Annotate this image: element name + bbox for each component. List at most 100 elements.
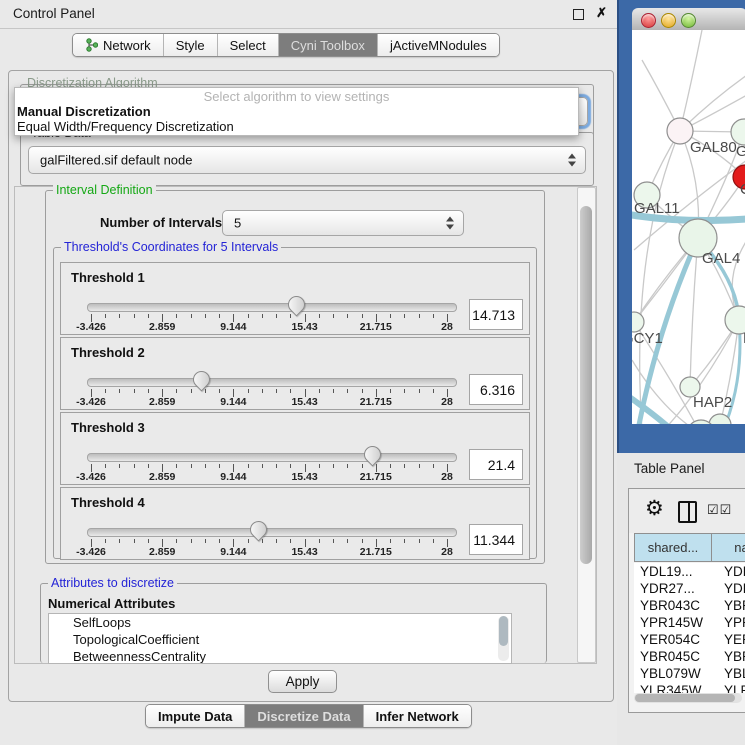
threshold-panel-2: Threshold 2-3.4262.8599.14415.4321.71528… [60, 337, 530, 410]
network-edge[interactable] [680, 30, 702, 131]
table-cell: YDR2 [718, 580, 745, 597]
scale-label: 15.43 [291, 321, 317, 333]
bottom-tab-bar: Impute Data Discretize Data Infer Network [145, 704, 472, 728]
scale-label: 28 [441, 321, 453, 333]
threshold-value-field[interactable]: 21.4 [469, 449, 523, 480]
slider-thumb[interactable] [361, 442, 385, 466]
right-mid-node[interactable] [725, 306, 745, 334]
slider-track[interactable] [87, 453, 457, 462]
table-cell: YLR345W [634, 682, 718, 693]
node-label: GAL80 [690, 139, 737, 156]
num-intervals-combobox[interactable]: 5 [222, 210, 464, 236]
table-row[interactable]: YPR145WYPR1 [634, 614, 745, 631]
tab-impute-data[interactable]: Impute Data [146, 705, 245, 727]
horizontal-scrollbar[interactable] [634, 693, 742, 703]
control-panel-titlebar: Control Panel ✗ [0, 0, 617, 29]
table-row[interactable]: YDR27...YDR2 [634, 580, 745, 597]
tab-discretize-data[interactable]: Discretize Data [245, 705, 363, 727]
select-columns-checkboxes-icon[interactable]: ☑☑ [707, 502, 732, 518]
table-cell: YDL19... [634, 563, 718, 580]
network-window-titlebar[interactable] [632, 8, 745, 31]
table-cell: YBR0 [718, 597, 745, 614]
table-toolbar: ⚙ ☑☑ [629, 489, 745, 533]
vertical-scrollbar[interactable] [577, 187, 596, 663]
threshold-value-field[interactable]: 11.344 [469, 524, 523, 555]
slider-scale-labels: -3.4262.8599.14415.4321.71528 [91, 321, 447, 333]
scrollbar-thumb[interactable] [580, 206, 592, 564]
tab-jactivemnodules[interactable]: jActiveMNodules [378, 34, 499, 56]
threshold-panel-4: Threshold 4-3.4262.8599.14415.4321.71528… [60, 487, 530, 560]
slider-track[interactable] [87, 303, 457, 312]
table-data-combobox[interactable]: galFiltered.sif default node [28, 146, 586, 174]
close-icon[interactable]: ✗ [596, 5, 607, 21]
close-traffic-light-icon[interactable] [641, 13, 656, 28]
tab-label: Network [103, 38, 151, 53]
scale-label: -3.426 [76, 396, 106, 408]
minimize-traffic-light-icon[interactable] [661, 13, 676, 28]
threshold-panel-1: Threshold 1-3.4262.8599.14415.4321.71528… [60, 262, 530, 335]
tab-select[interactable]: Select [218, 34, 279, 56]
dropdown-option[interactable]: Manual Discretization [15, 104, 578, 119]
scale-label: 28 [441, 471, 453, 483]
scale-label: 21.715 [360, 396, 392, 408]
panel-title: Control Panel [13, 6, 95, 21]
scale-label: 2.859 [149, 471, 175, 483]
table-row[interactable]: YDL19...YDL1 [634, 563, 745, 580]
table-row[interactable]: YBR043CYBR0 [634, 597, 745, 614]
gcy1-node[interactable] [632, 312, 644, 332]
scale-label: 9.144 [220, 321, 246, 333]
node-label: GAL11 [634, 200, 680, 217]
tab-label: Discretize Data [257, 709, 350, 724]
network-canvas[interactable]: GAL80GACGAL11GAL4GCY1HHAP2 [632, 30, 745, 424]
tab-cyni-toolbox[interactable]: Cyni Toolbox [279, 34, 378, 56]
scale-label: 15.43 [291, 396, 317, 408]
algorithm-dropdown-popup: Select algorithm to view settings Manual… [14, 87, 579, 136]
attribute-list-item[interactable]: TopologicalCoefficient [49, 631, 511, 648]
scale-label: 9.144 [220, 546, 246, 558]
table-panel-card: ⚙ ☑☑ shared...na YDL19...YDL1YDR27...YDR… [628, 488, 745, 713]
table-panel-title: Table Panel [634, 461, 705, 476]
zoom-traffic-light-icon[interactable] [681, 13, 696, 28]
attribute-list-item[interactable]: SelfLoops [49, 614, 511, 631]
slider-thumb[interactable] [285, 292, 309, 316]
table-row[interactable]: YER054CYER0 [634, 631, 745, 648]
dropdown-option[interactable]: Equal Width/Frequency Discretization [15, 119, 578, 134]
scale-label: 2.859 [149, 321, 175, 333]
tab-style[interactable]: Style [164, 34, 218, 56]
tab-label: jActiveMNodules [390, 38, 487, 53]
table-panel-titlebar: Table Panel [617, 453, 745, 484]
table-row[interactable]: YBL079WYBL0 [634, 665, 745, 682]
threshold-value-field[interactable]: 14.713 [469, 299, 523, 330]
table-cell: YBR043C [634, 597, 718, 614]
table-header: shared...na [634, 533, 745, 562]
slider-track[interactable] [87, 378, 457, 387]
tab-network[interactable]: Network [73, 34, 164, 56]
slider-track[interactable] [87, 528, 457, 537]
column-header-2[interactable]: na [712, 533, 745, 562]
tab-infer-network[interactable]: Infer Network [364, 705, 471, 727]
gear-icon[interactable]: ⚙ [645, 496, 664, 521]
scale-label: 15.43 [291, 546, 317, 558]
stepper-icon [568, 154, 576, 167]
stepper-icon [446, 217, 454, 230]
table-row[interactable]: YLR345WYLR3 [634, 682, 745, 693]
network-edge[interactable] [690, 238, 698, 387]
column-header-1[interactable]: shared... [634, 533, 712, 562]
node-label: C [740, 181, 745, 198]
float-window-icon[interactable] [573, 9, 584, 20]
list-scrollbar[interactable] [498, 616, 509, 661]
num-intervals-label: Number of Intervals [100, 215, 222, 230]
table-row[interactable]: YBR045CYBR0 [634, 648, 745, 665]
attribute-list-item[interactable]: BetweennessCentrality [49, 648, 511, 664]
threshold-value-field[interactable]: 6.316 [469, 374, 523, 405]
table-cell: YBR045C [634, 648, 718, 665]
attributes-list-label: Numerical Attributes [48, 596, 175, 611]
horizontal-scrollbar-thumb[interactable] [635, 694, 735, 702]
columns-icon[interactable] [678, 501, 697, 523]
slider-thumb[interactable] [247, 517, 271, 541]
table-rows: YDL19...YDL1YDR27...YDR2YBR043CYBR0YPR14… [634, 563, 745, 693]
apply-button[interactable]: Apply [268, 670, 337, 693]
slider-thumb[interactable] [190, 367, 214, 391]
interval-group-label: Interval Definition [53, 183, 156, 197]
list-scrollbar-thumb[interactable] [499, 616, 508, 646]
